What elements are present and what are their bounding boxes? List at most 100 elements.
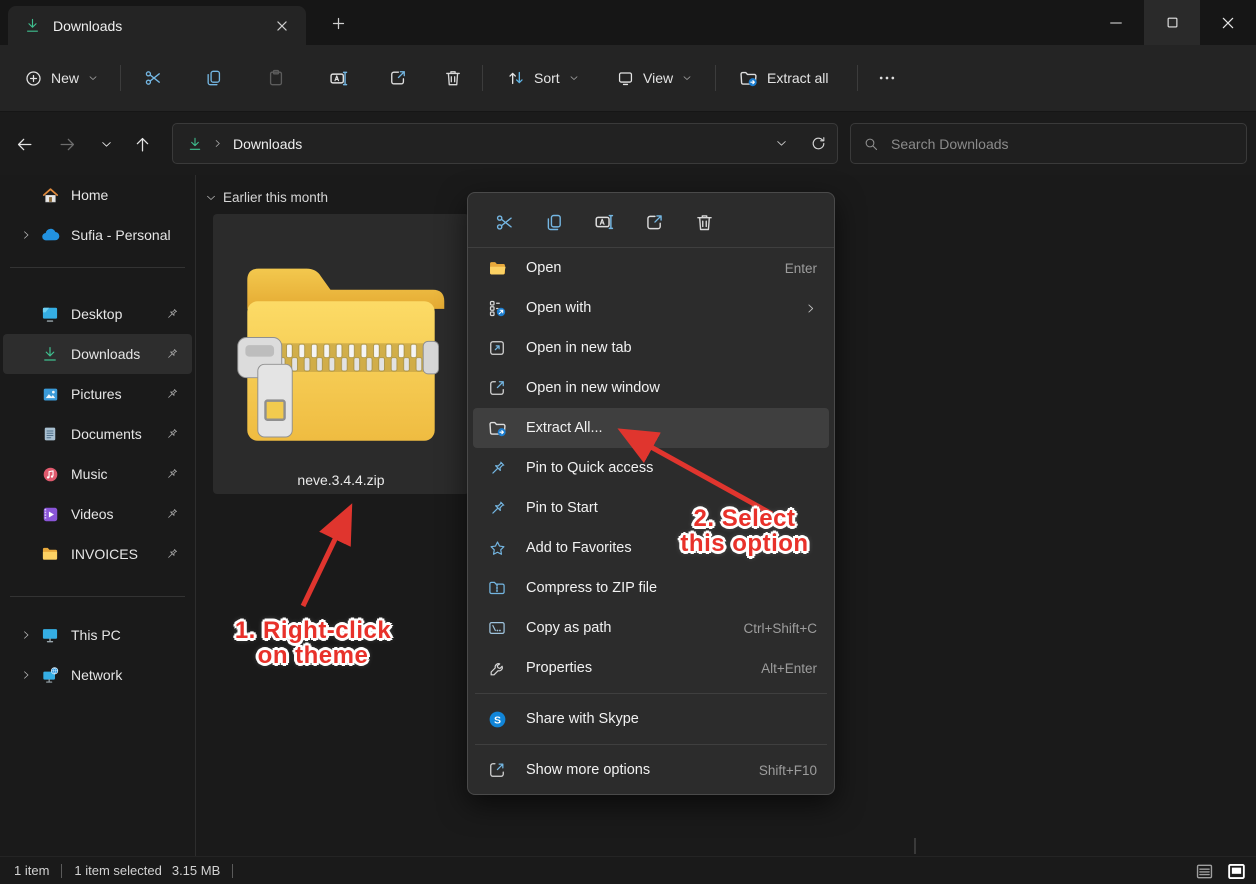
search-icon <box>863 136 879 152</box>
sidebar-item-this-pc[interactable]: This PC <box>3 615 192 655</box>
up-button[interactable] <box>126 130 158 158</box>
pin-icon <box>486 459 508 478</box>
search-input[interactable] <box>891 135 1234 152</box>
svg-text:S: S <box>493 714 500 726</box>
titlebar: Downloads <box>0 0 1256 45</box>
new-tab-icon[interactable] <box>324 9 352 37</box>
sidebar-item-documents[interactable]: Documents <box>3 414 192 454</box>
menu-item-label: Open <box>526 260 562 276</box>
share-icon <box>388 68 408 88</box>
cut-button[interactable] <box>134 59 172 97</box>
sidebar-item-onedrive[interactable]: Sufia - Personal <box>3 215 192 255</box>
menu-item-open-with[interactable]: Open with <box>473 288 829 328</box>
sidebar-item-videos[interactable]: Videos <box>3 494 192 534</box>
sort-button[interactable]: Sort <box>498 59 588 97</box>
close-button[interactable] <box>1200 0 1256 45</box>
menu-item-open-in-new-tab[interactable]: Open in new tab <box>473 328 829 368</box>
sidebar-item-label: Documents <box>71 426 142 442</box>
context-menu: Open Enter Open with Open in new tab Ope… <box>467 192 835 795</box>
menu-item-extract-all[interactable]: Extract All... <box>473 408 829 448</box>
sidebar-item-pictures[interactable]: Pictures <box>3 374 192 414</box>
pin-icon <box>486 499 508 518</box>
annotation-step-2-line-2: this option <box>680 530 809 557</box>
menu-item-open[interactable]: Open Enter <box>473 248 829 288</box>
chevron-right-icon[interactable] <box>17 669 35 681</box>
minimize-button[interactable] <box>1088 0 1144 45</box>
tab-close-icon[interactable] <box>268 12 296 40</box>
menu-item-show-more-options[interactable]: Show more options Shift+F10 <box>473 750 829 790</box>
annotation-step-2: 2. Select this option <box>662 506 827 556</box>
pictures-icon <box>39 385 61 404</box>
sidebar-item-label: Downloads <box>71 346 141 362</box>
rename-icon[interactable] <box>586 204 622 240</box>
group-header[interactable]: Earlier this month <box>205 190 328 205</box>
search-box[interactable] <box>850 123 1247 164</box>
details-view-toggle-icon[interactable] <box>1192 861 1216 881</box>
extract-all-button[interactable]: Extract all <box>730 59 836 97</box>
download-icon <box>24 17 41 34</box>
share-button[interactable] <box>379 59 417 97</box>
download-icon <box>39 345 61 363</box>
sidebar-item-downloads[interactable]: Downloads <box>3 334 192 374</box>
menu-item-share-with-skype[interactable]: S Share with Skype <box>473 699 829 739</box>
forward-button[interactable] <box>51 130 83 158</box>
file-item-zip[interactable]: neve.3.4.4.zip <box>213 214 469 494</box>
pin-icon <box>162 427 182 441</box>
home-icon <box>39 186 61 205</box>
pin-icon <box>162 347 182 361</box>
see-more-button[interactable] <box>868 59 906 97</box>
sidebar-item-invoices[interactable]: INVOICES <box>3 534 192 574</box>
sidebar-item-music[interactable]: Music <box>3 454 192 494</box>
delete-icon[interactable] <box>686 204 722 240</box>
menu-divider <box>475 744 827 745</box>
extract-all-button-label: Extract all <box>767 70 829 86</box>
sidebar-item-label: Desktop <box>71 306 123 322</box>
sidebar-item-desktop[interactable]: Desktop <box>3 294 192 334</box>
sidebar-item-label: INVOICES <box>71 546 138 562</box>
sidebar-item-label: Videos <box>71 506 114 522</box>
view-button[interactable]: View <box>608 59 701 97</box>
recent-locations-button[interactable] <box>90 130 122 158</box>
sidebar-item-home[interactable]: Home <box>3 175 192 215</box>
paste-button[interactable] <box>257 59 295 97</box>
pane-divider[interactable] <box>195 175 196 856</box>
menu-item-pin-to-quick-access[interactable]: Pin to Quick access <box>473 448 829 488</box>
cut-icon[interactable] <box>486 204 522 240</box>
copy-button[interactable] <box>195 59 233 97</box>
address-bar[interactable]: Downloads <box>172 123 838 164</box>
sidebar-item-label: Music <box>71 466 108 482</box>
menu-item-open-in-new-window[interactable]: Open in new window <box>473 368 829 408</box>
selection-size: 3.15 MB <box>171 863 221 878</box>
address-dropdown-icon[interactable] <box>775 137 788 150</box>
menu-item-shortcut: Enter <box>784 260 817 276</box>
breadcrumb[interactable]: Downloads <box>233 136 302 152</box>
menu-item-label: Open in new tab <box>526 340 632 356</box>
back-button[interactable] <box>8 130 40 158</box>
open-new-window-icon <box>486 378 508 398</box>
pin-icon <box>162 387 182 401</box>
music-icon <box>39 465 61 484</box>
new-button[interactable]: New <box>16 59 107 97</box>
refresh-icon[interactable] <box>810 135 827 152</box>
menu-item-copy-as-path[interactable]: Copy as path Ctrl+Shift+C <box>473 608 829 648</box>
chevron-right-icon[interactable] <box>17 629 35 641</box>
menu-item-properties[interactable]: Properties Alt+Enter <box>473 648 829 688</box>
chevron-right-icon <box>212 138 223 149</box>
show-more-icon <box>486 760 508 780</box>
share-icon[interactable] <box>636 204 672 240</box>
menu-item-compress-to-zip[interactable]: Compress to ZIP file <box>473 568 829 608</box>
maximize-button[interactable] <box>1144 0 1200 45</box>
delete-button[interactable] <box>434 59 472 97</box>
copy-icon[interactable] <box>536 204 572 240</box>
skype-icon: S <box>486 709 508 730</box>
large-thumbnails-view-toggle-icon[interactable] <box>1224 861 1248 881</box>
menu-item-shortcut: Ctrl+Shift+C <box>743 620 817 636</box>
sidebar-item-network[interactable]: Network <box>3 655 192 695</box>
rename-button[interactable] <box>319 59 357 97</box>
folder-icon <box>39 544 61 564</box>
explorer-tab[interactable]: Downloads <box>8 6 306 45</box>
extract-all-icon <box>486 418 508 439</box>
cut-icon <box>143 68 163 88</box>
chevron-right-icon[interactable] <box>17 229 35 241</box>
chevron-down-icon <box>681 72 693 84</box>
